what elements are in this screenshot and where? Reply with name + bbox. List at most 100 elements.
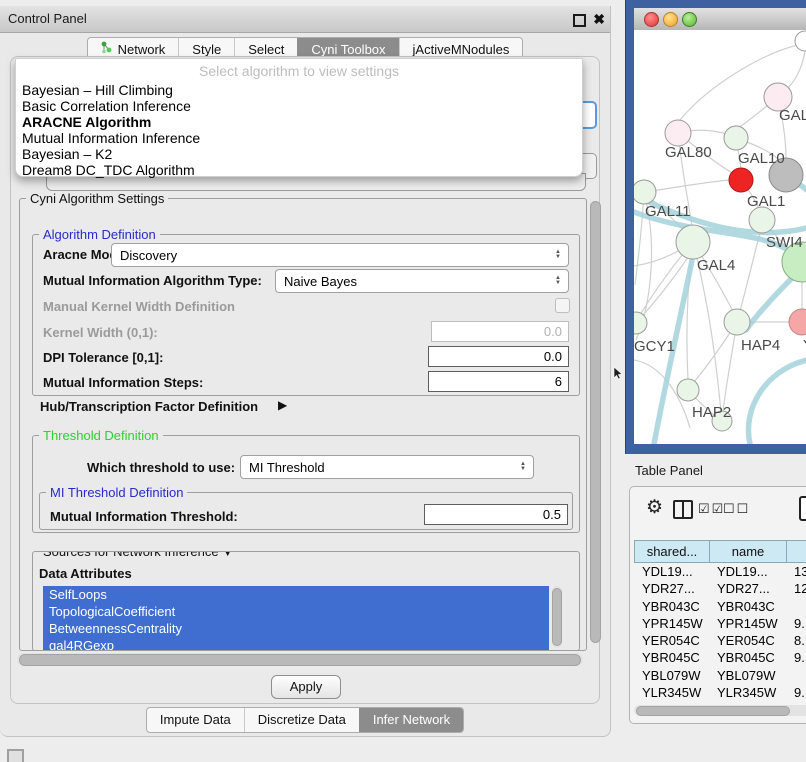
- table-row[interactable]: YBR045CYBR045C9.: [634, 649, 806, 666]
- kernel-width-field[interactable]: 0.0: [431, 321, 569, 342]
- network-node[interactable]: [795, 31, 806, 51]
- desktop: Control Panel ✖ NetworkStyleSelectCyni T…: [0, 0, 806, 762]
- attribute-item-selfloops[interactable]: SelfLoops: [43, 586, 549, 603]
- column-header-3[interactable]: [786, 540, 806, 563]
- table-cell: 9.: [786, 649, 806, 666]
- control-panel-titlebar[interactable]: Control Panel ✖: [0, 6, 610, 33]
- which-threshold-combo[interactable]: MI Threshold ▲▼: [240, 455, 534, 479]
- select-all-checkboxes-icon[interactable]: ☑☑: [698, 501, 725, 517]
- table-cell: 9.: [786, 615, 806, 632]
- tab-discretize-data[interactable]: Discretize Data: [244, 708, 359, 732]
- sources-group: Sources for Network Inference ▼ Data Att…: [32, 551, 580, 651]
- network-node-gal4[interactable]: [676, 225, 710, 259]
- cyni-algorithm-settings-group: Cyni Algorithm Settings Algorithm Defini…: [19, 198, 587, 651]
- table-cell: YLR345W: [634, 684, 709, 701]
- network-node-label: SWI4: [766, 234, 803, 251]
- tab-infer-network[interactable]: Infer Network: [359, 708, 463, 732]
- attribute-item-topologicalcoefficient[interactable]: TopologicalCoefficient: [43, 603, 549, 620]
- manual-kernel-label: Manual Kernel Width Definition: [43, 299, 235, 314]
- network-node-gal11[interactable]: [634, 180, 656, 204]
- table-row[interactable]: YBL079WYBL079W: [634, 667, 806, 684]
- dpi-tolerance-field[interactable]: 0.0: [428, 346, 569, 367]
- table-cell: YBL079W: [634, 667, 709, 684]
- network-window-frame[interactable]: GAL2GAL80GAL10GAL1GAL11SWI4GAL4GCY1HAP4Y…: [625, 0, 806, 454]
- apply-button[interactable]: Apply: [271, 675, 341, 699]
- network-window-titlebar[interactable]: [634, 8, 806, 31]
- mac-zoom-icon[interactable]: [682, 12, 697, 27]
- network-node-label: GAL1: [747, 193, 785, 210]
- sources-group-label: Sources for Network Inference ▼: [39, 551, 237, 561]
- collapsed-panel-button[interactable]: [7, 749, 24, 762]
- algorithm-option-mutual-information-inference[interactable]: Mutual Information Inference: [16, 130, 582, 146]
- table-header-row: shared...name: [634, 540, 806, 563]
- network-node-label: GAL11: [645, 203, 691, 220]
- aracne-mode-combo[interactable]: Discovery ▲▼: [111, 243, 569, 267]
- network-canvas[interactable]: GAL2GAL80GAL10GAL1GAL11SWI4GAL4GCY1HAP4Y…: [634, 30, 806, 444]
- manual-kernel-checkbox[interactable]: [555, 298, 570, 313]
- table-row[interactable]: YLR345WYLR345W9.: [634, 684, 806, 701]
- threshold-definition-label: Threshold Definition: [39, 428, 163, 443]
- settings-vertical-scrollbar[interactable]: [589, 198, 600, 649]
- document-icon[interactable]: [799, 496, 806, 521]
- algorithm-option-basic-correlation-inference[interactable]: Basic Correlation Inference: [16, 98, 582, 114]
- data-attributes-list: SelfLoopsTopologicalCoefficientBetweenne…: [43, 586, 549, 651]
- network-node-gal1[interactable]: [729, 168, 753, 192]
- attribute-item-gal4rgexp[interactable]: gal4RGexp: [43, 637, 549, 651]
- mi-steps-field[interactable]: 6: [428, 371, 569, 392]
- network-node-gcy1[interactable]: [634, 312, 647, 334]
- table-row[interactable]: YER054CYER054C8.: [634, 632, 806, 649]
- mac-minimize-icon[interactable]: [663, 12, 678, 27]
- combo-stepper-icon: ▲▼: [515, 462, 533, 472]
- expand-right-icon[interactable]: ▶: [278, 398, 287, 412]
- mit-label: Mutual Information Threshold:: [50, 509, 238, 524]
- mi-type-value: Naive Bayes: [276, 274, 550, 289]
- float-window-icon[interactable]: [573, 14, 586, 27]
- mi-type-combo[interactable]: Naive Bayes ▲▼: [275, 269, 569, 293]
- table-row[interactable]: YDR27...YDR27...12: [634, 580, 806, 597]
- table-cell: YPR145W: [709, 615, 786, 632]
- table-row[interactable]: YPR145WYPR145W9.: [634, 615, 806, 632]
- collapse-down-icon[interactable]: ▼: [222, 551, 233, 559]
- mac-close-icon[interactable]: [644, 12, 659, 27]
- network-edge[interactable]: [635, 192, 644, 285]
- deselect-checkboxes-icon[interactable]: ☐☐: [723, 501, 750, 517]
- algorithm-option-dream8-dc-tdc-algorithm[interactable]: Dream8 DC_TDC Algorithm: [16, 162, 582, 178]
- algorithm-option-aracne-algorithm[interactable]: ARACNE Algorithm: [16, 114, 582, 130]
- gear-icon[interactable]: ⚙: [646, 496, 663, 519]
- table-cell: YBR045C: [634, 649, 709, 666]
- network-node-gal80[interactable]: [665, 120, 691, 146]
- tab-label: Discretize Data: [258, 708, 346, 732]
- network-node-hap2[interactable]: [677, 379, 699, 401]
- table-cell: YPR145W: [634, 615, 709, 632]
- table-cell: YLR345W: [709, 684, 786, 701]
- split-columns-icon[interactable]: [673, 500, 693, 519]
- tab-impute-data[interactable]: Impute Data: [147, 708, 244, 732]
- network-node-gal10[interactable]: [724, 126, 748, 150]
- algorithm-option-bayesian-k2[interactable]: Bayesian – K2: [16, 146, 582, 162]
- algorithm-dropdown-popup: Select algorithm to view settings Bayesi…: [15, 58, 583, 177]
- table-row[interactable]: YDL19...YDL19...13: [634, 563, 806, 580]
- table-cell: YDR27...: [709, 580, 786, 597]
- table-row[interactable]: YBR043CYBR043C: [634, 598, 806, 615]
- table-body: YDL19...YDL19...13YDR27...YDR27...12YBR0…: [634, 563, 806, 706]
- network-node-label: GAL80: [665, 144, 712, 161]
- close-icon[interactable]: ✖: [593, 10, 605, 28]
- table-cell: 9.: [786, 684, 806, 701]
- network-node-swi4[interactable]: [749, 207, 775, 233]
- mit-field[interactable]: 0.5: [424, 504, 568, 525]
- network-edge[interactable]: [748, 360, 806, 444]
- attribute-item-betweennesscentrality[interactable]: BetweennessCentrality: [43, 620, 549, 637]
- network-node-hap4[interactable]: [724, 309, 750, 335]
- network-edge[interactable]: [737, 233, 760, 322]
- network-node-y[interactable]: [789, 309, 806, 335]
- network-edge[interactable]: [723, 322, 737, 412]
- algorithm-definition-label: Algorithm Definition: [39, 227, 160, 242]
- column-header-shared[interactable]: shared...: [634, 540, 709, 563]
- table-horizontal-scrollbar[interactable]: [634, 705, 806, 716]
- algorithm-definition-group: Algorithm Definition Aracne Mode: Discov…: [32, 234, 580, 396]
- network-edge[interactable]: [644, 180, 730, 192]
- column-header-name[interactable]: name: [709, 540, 786, 563]
- settings-horizontal-scrollbar[interactable]: [17, 653, 583, 666]
- algorithm-option-bayesian-hill-climbing[interactable]: Bayesian – Hill Climbing: [16, 82, 582, 98]
- attribute-list-scrollbar[interactable]: [552, 586, 562, 648]
